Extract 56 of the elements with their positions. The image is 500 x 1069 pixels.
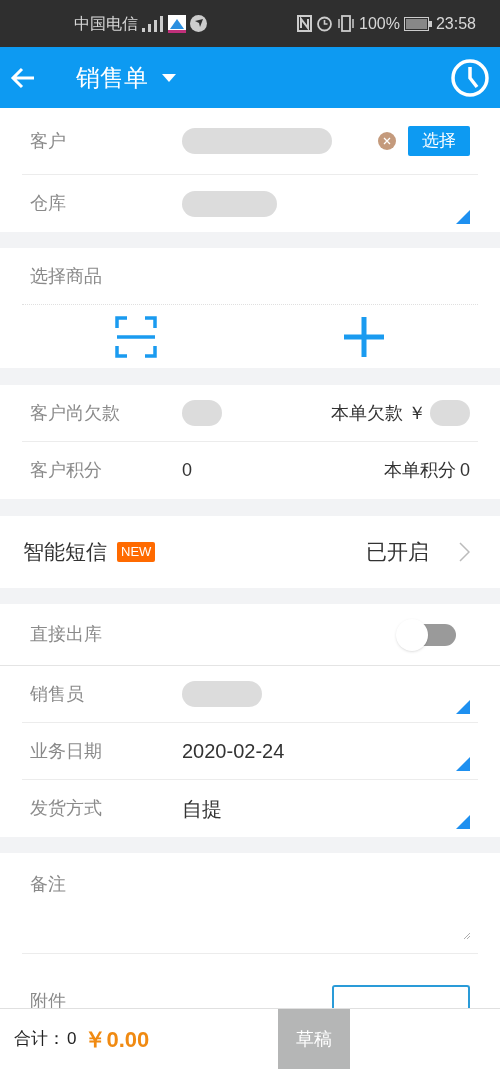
- battery-icon: [403, 16, 432, 31]
- history-clock-icon[interactable]: [450, 57, 490, 98]
- signal-icon: [142, 15, 164, 32]
- app-icon: [168, 14, 186, 33]
- dropdown-corner-icon: [456, 700, 470, 714]
- draft-button[interactable]: 草稿: [278, 1008, 350, 1069]
- field-value: 0: [182, 459, 192, 482]
- row-title: 智能短信: [23, 539, 107, 566]
- dropdown-corner-icon: [456, 210, 470, 224]
- field-label: 发货方式: [30, 797, 103, 820]
- add-icon[interactable]: [344, 316, 384, 357]
- summary-label: 本单积分: [384, 459, 456, 482]
- new-badge: NEW: [117, 542, 156, 562]
- dropdown-field[interactable]: 销售员: [22, 666, 478, 723]
- battery-percent: 100%: [359, 13, 400, 34]
- total-amount: ￥0.00: [84, 1025, 150, 1054]
- carrier-name: 中国电信: [74, 13, 138, 34]
- scan-icon[interactable]: [115, 315, 157, 358]
- location-icon: [190, 15, 207, 32]
- field-label: 销售员: [30, 682, 85, 706]
- clock-time: 23:58: [435, 13, 476, 34]
- caret-down-icon[interactable]: [162, 73, 176, 82]
- field-label: 仓库: [30, 192, 67, 215]
- field-label: 备注: [30, 874, 66, 894]
- total-label: 合计：: [14, 1028, 65, 1051]
- field-label: 业务日期: [30, 739, 103, 763]
- vibrate-icon: [337, 15, 356, 32]
- sms-row[interactable]: 智能短信 NEW 已开启: [0, 516, 500, 588]
- field-label: 客户尚欠款: [30, 401, 121, 425]
- note-field[interactable]: 备注: [22, 853, 478, 954]
- status-text: 已开启: [366, 539, 429, 566]
- toggle-switch[interactable]: [396, 617, 456, 652]
- back-arrow-icon[interactable]: [10, 66, 36, 89]
- item-count: 0: [67, 1028, 77, 1051]
- clear-icon[interactable]: [378, 132, 396, 150]
- field-label: 客户: [30, 129, 67, 153]
- dropdown-field[interactable]: 发货方式 自提: [22, 780, 478, 837]
- chevron-right-icon: [459, 542, 470, 562]
- alarm-icon: [316, 15, 334, 32]
- resize-handle-icon[interactable]: [464, 933, 470, 939]
- field-label: 客户积分: [30, 459, 103, 482]
- redaction-blur: [182, 400, 222, 426]
- dropdown-field[interactable]: 业务日期 2020-02-24: [22, 723, 478, 780]
- redaction-blur: [430, 400, 470, 426]
- nfc-icon: [297, 15, 313, 32]
- section-title: 选择商品: [30, 264, 102, 288]
- field-value: 2020-02-24: [182, 739, 285, 764]
- summary-value: 0: [460, 459, 470, 482]
- select-button[interactable]: 选择: [408, 126, 470, 156]
- dropdown-corner-icon: [456, 757, 470, 771]
- page-title[interactable]: 销售单: [76, 59, 148, 96]
- field-value: 自提: [182, 796, 222, 822]
- dropdown-corner-icon: [456, 815, 470, 829]
- summary-label: 本单欠款 ￥: [331, 401, 426, 425]
- field-label: 直接出库: [30, 623, 103, 646]
- dropdown-field[interactable]: 仓库: [22, 175, 478, 232]
